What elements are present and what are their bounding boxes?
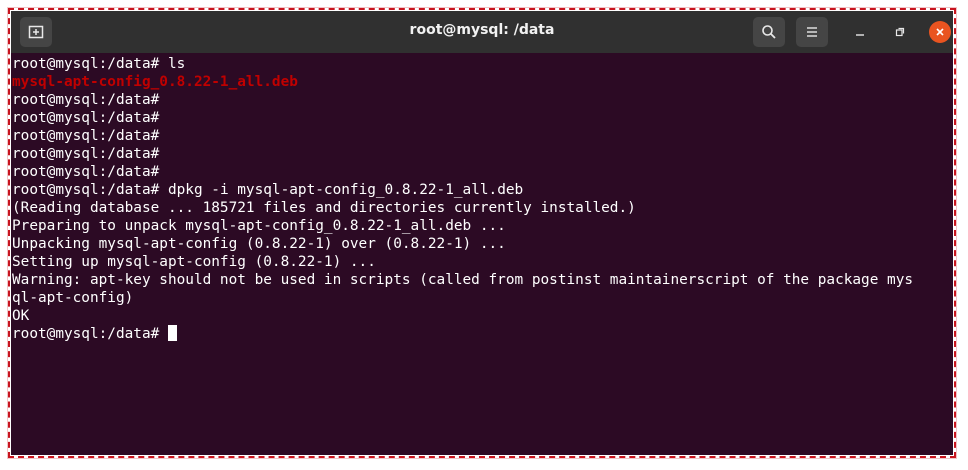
terminal-line: mysql-apt-config_0.8.22-1_all.deb <box>12 73 953 91</box>
shell-prompt: root@mysql:/data# <box>12 326 160 342</box>
output-text: (Reading database ... 185721 files and d… <box>12 200 636 216</box>
hamburger-menu-icon <box>807 27 817 37</box>
maximize-button[interactable] <box>889 21 911 43</box>
terminal-line: Warning: apt-key should not be used in s… <box>12 271 953 289</box>
terminal-line: root@mysql:/data# <box>12 145 953 163</box>
output-text: Setting up mysql-apt-config (0.8.22-1) .… <box>12 254 376 270</box>
search-button[interactable] <box>753 17 785 47</box>
shell-prompt: root@mysql:/data# <box>12 164 160 180</box>
close-icon <box>936 28 944 36</box>
title-bar[interactable]: root@mysql: /data <box>11 11 953 53</box>
terminal-line: (Reading database ... 185721 files and d… <box>12 199 953 217</box>
shell-prompt: root@mysql:/data# <box>12 128 160 144</box>
terminal-line: ql-apt-config) <box>12 289 953 307</box>
shell-prompt: root@mysql:/data# <box>12 56 160 72</box>
terminal-line: root@mysql:/data# <box>12 325 953 343</box>
output-text: Warning: apt-key should not be used in s… <box>12 272 914 288</box>
output-text: OK <box>12 308 30 324</box>
terminal-line: root@mysql:/data# <box>12 127 953 145</box>
terminal-line: root@mysql:/data# dpkg -i mysql-apt-conf… <box>12 181 953 199</box>
minimize-icon <box>856 34 864 36</box>
text-cursor <box>167 325 177 341</box>
deb-file-name: mysql-apt-config_0.8.22-1_all.deb <box>12 74 298 90</box>
minimize-button[interactable] <box>849 21 871 43</box>
terminal-output[interactable]: root@mysql:/data# ls mysql-apt-config_0.8… <box>11 53 953 455</box>
terminal-line: Unpacking mysql-apt-config (0.8.22-1) ov… <box>12 235 953 253</box>
terminal-line: Setting up mysql-apt-config (0.8.22-1) .… <box>12 253 953 271</box>
output-text: ql-apt-config) <box>12 290 134 306</box>
terminal-line: OK <box>12 307 953 325</box>
output-text: Preparing to unpack mysql-apt-config_0.8… <box>12 218 506 234</box>
terminal-line: root@mysql:/data# <box>12 109 953 127</box>
close-button[interactable] <box>929 21 951 43</box>
shell-command: dpkg -i mysql-apt-config_0.8.22-1_all.de… <box>159 182 524 198</box>
shell-prompt: root@mysql:/data# <box>12 110 160 126</box>
maximize-icon <box>895 27 905 37</box>
shell-prompt: root@mysql:/data# <box>12 146 160 162</box>
terminal-line: root@mysql:/data# <box>12 163 953 181</box>
menu-button[interactable] <box>796 17 828 47</box>
shell-prompt: root@mysql:/data# <box>12 182 160 198</box>
terminal-window: root@mysql: /data root@mysql:/data# ls m… <box>11 11 953 455</box>
shell-prompt: root@mysql:/data# <box>12 92 160 108</box>
terminal-line: root@mysql:/data# <box>12 91 953 109</box>
terminal-line: root@mysql:/data# ls <box>12 55 953 73</box>
output-text: Unpacking mysql-apt-config (0.8.22-1) ov… <box>12 236 506 252</box>
shell-command <box>159 326 168 342</box>
search-icon <box>762 25 776 39</box>
shell-command: ls <box>159 56 186 72</box>
terminal-line: Preparing to unpack mysql-apt-config_0.8… <box>12 217 953 235</box>
